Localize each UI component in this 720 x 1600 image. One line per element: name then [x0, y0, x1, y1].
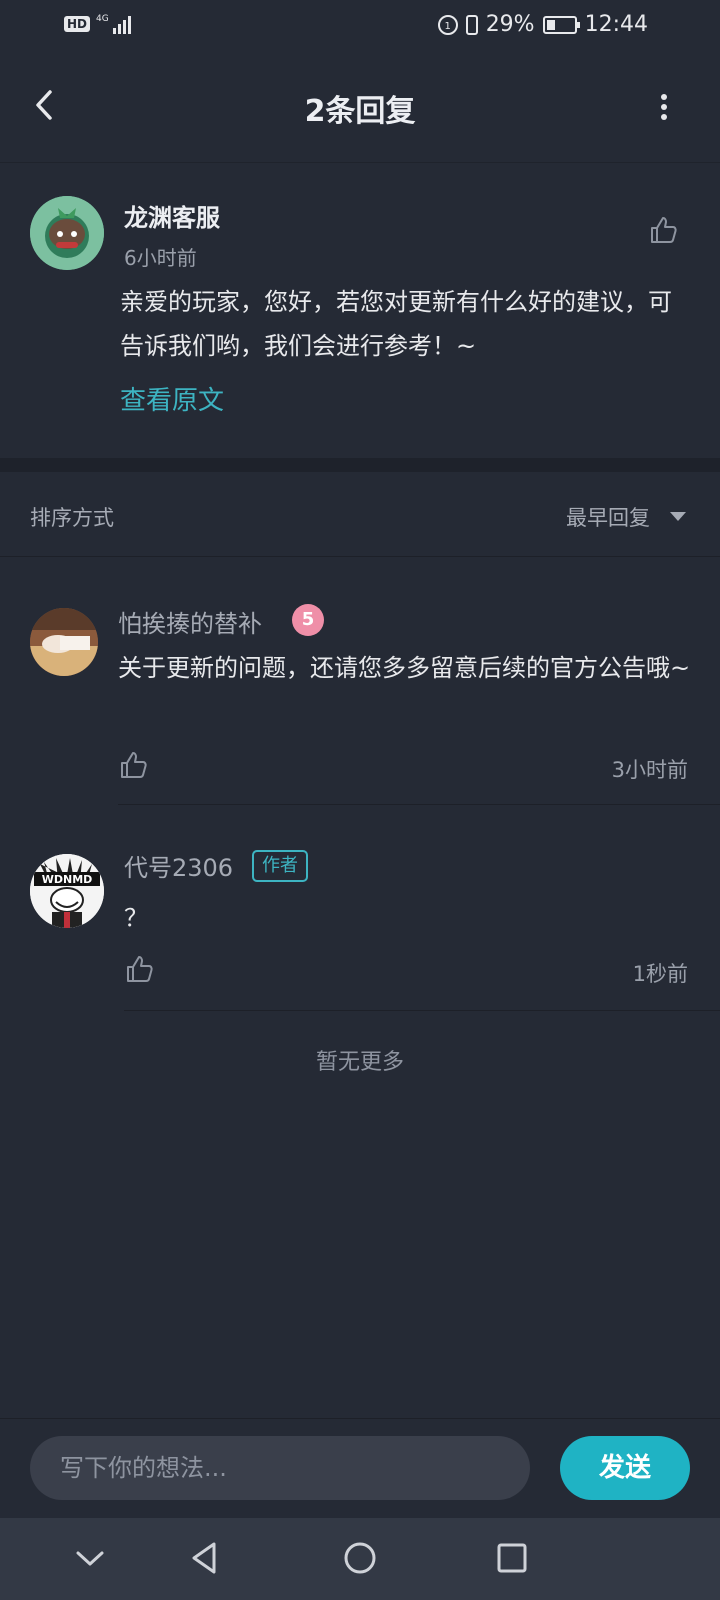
divider: [118, 804, 720, 805]
clock: 12:44: [584, 12, 648, 37]
battery-percent: 29%: [485, 12, 535, 37]
avatar-text: WDNMD: [42, 873, 93, 886]
reply-content: ？: [124, 904, 148, 932]
reply-content: 关于更新的问题，还请您多多留意后续的官方公告哦~: [118, 654, 691, 682]
hd-badge: HD: [64, 16, 91, 32]
thumbs-up-icon[interactable]: [118, 750, 148, 780]
status-left: HD 4G: [64, 14, 131, 34]
network-type: 4G: [96, 14, 109, 24]
no-more-text: 暂无更多: [315, 1050, 404, 1075]
header: 2条回复: [0, 52, 720, 163]
section-divider: [0, 458, 720, 472]
avatar-image: [30, 196, 104, 270]
page-title: 2条回复: [304, 94, 416, 129]
chevron-down-icon[interactable]: [670, 512, 686, 521]
reply-time: 3小时前: [611, 758, 688, 782]
nav-recents-icon[interactable]: [492, 1538, 532, 1578]
avatar[interactable]: [30, 196, 104, 270]
view-original-link[interactable]: 查看原文: [120, 380, 224, 417]
sort-dropdown[interactable]: 最早回复: [566, 502, 650, 532]
divider: [0, 556, 720, 557]
sort-label: 排序方式: [30, 506, 114, 530]
comment-time: 6小时前: [124, 246, 197, 270]
send-button[interactable]: 发送: [560, 1436, 690, 1500]
author-badge: 作者: [252, 850, 308, 882]
system-nav-bar: [0, 1518, 720, 1600]
divider: [124, 1010, 720, 1011]
status-bar: HD 4G 1 29% 12:44: [0, 0, 720, 52]
avatar-image: WDNMD: [30, 854, 104, 928]
thumbs-up-icon[interactable]: [648, 215, 678, 245]
reply-author[interactable]: 怕挨揍的替补: [118, 604, 262, 639]
vibrate-icon: [465, 14, 478, 35]
comment-author[interactable]: 龙渊客服: [124, 198, 220, 233]
chevron-down-icon[interactable]: [70, 1538, 110, 1578]
nav-back-icon[interactable]: [186, 1538, 226, 1578]
comment-content: 亲爱的玩家，您好，若您对更新有什么好的建议，可告诉我们哟，我们会进行参考！~: [120, 288, 672, 360]
avatar[interactable]: WDNMD: [30, 854, 104, 928]
signal-icon: 4G: [96, 14, 131, 34]
thumbs-up-icon[interactable]: [124, 954, 154, 984]
reply-time: 1秒前: [632, 962, 688, 986]
nav-home-icon[interactable]: [340, 1538, 380, 1578]
data-saver-icon: 1: [437, 14, 458, 35]
avatar[interactable]: [30, 608, 98, 676]
battery-icon: [542, 15, 580, 34]
more-options-icon[interactable]: [652, 92, 676, 122]
avatar-image: [30, 608, 98, 676]
level-badge: 5: [292, 604, 324, 636]
reply-author[interactable]: 代号2306: [124, 848, 233, 883]
comment-input[interactable]: 写下你的想法...: [30, 1436, 530, 1500]
status-right: 1 29% 12:44: [437, 12, 648, 37]
